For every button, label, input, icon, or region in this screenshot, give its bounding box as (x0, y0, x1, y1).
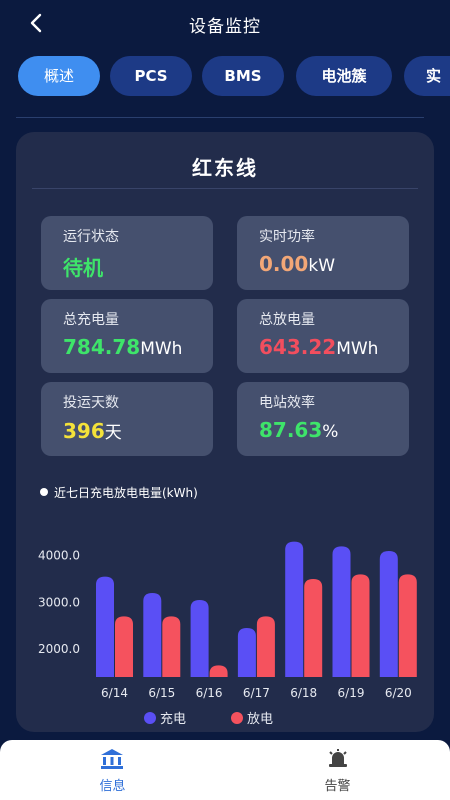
y-tick-label: 3000.0 (38, 595, 80, 609)
bar-discharge (351, 574, 370, 677)
stat-label: 实时功率 (259, 229, 315, 245)
x-tick-label: 6/20 (385, 686, 412, 700)
bar-charge (143, 593, 162, 677)
tab-bar: 概述 PCS BMS 电池簇 实 (0, 56, 450, 98)
stat-value-wrap: 待机 (63, 252, 103, 281)
divider (16, 117, 424, 118)
bar-discharge (115, 616, 133, 677)
bottom-nav: 信息 告警 (0, 740, 450, 800)
page-title: 设备监控 (189, 17, 261, 37)
nav-info[interactable]: 信息 (0, 740, 225, 800)
bullet-dot-icon (40, 488, 48, 496)
stat-value-wrap: 396天 (63, 418, 122, 443)
y-tick-label: 2000.0 (38, 642, 80, 656)
x-tick-label: 6/17 (243, 686, 270, 700)
bank-icon (101, 749, 123, 769)
stat-unit: MWh (140, 339, 183, 359)
chart-section-label: 近七日充电放电电量(kWh) (40, 484, 198, 501)
tab-bms[interactable]: BMS (202, 56, 284, 96)
x-tick-label: 6/19 (338, 686, 365, 700)
bar-charge (190, 600, 209, 677)
legend-label: 充电 (160, 711, 186, 727)
x-tick-label: 6/16 (196, 686, 223, 700)
tab-pcs[interactable]: PCS (110, 56, 192, 96)
stat-label: 投运天数 (63, 395, 119, 411)
stat-station-efficiency: 电站效率 87.63% (237, 382, 409, 456)
alarm-bell-icon (329, 749, 347, 767)
stat-total-charge: 总充电量 784.78MWh (41, 299, 213, 373)
legend-swatch (231, 712, 243, 724)
stat-value: 643.22 (259, 335, 337, 359)
bar-charge (96, 576, 114, 677)
stat-unit: % (322, 422, 339, 442)
stat-label: 电站效率 (259, 395, 315, 411)
legend-label: 放电 (247, 712, 273, 727)
stat-value-wrap: 784.78MWh (63, 335, 182, 359)
nav-alarm[interactable]: 告警 (225, 740, 450, 800)
nav-alarm-label: 告警 (324, 779, 351, 794)
card-divider (32, 188, 418, 189)
x-tick-label: 6/18 (290, 686, 317, 700)
bar-discharge (162, 616, 181, 677)
bar-discharge (304, 579, 323, 677)
x-tick-label: 6/15 (148, 686, 175, 700)
legend-swatch (144, 712, 156, 724)
stat-unit: MWh (336, 339, 379, 359)
stat-value: 87.63 (259, 418, 323, 442)
station-card: 红东线 运行状态 待机 实时功率 0.00kW 总充电量 784.78MWh 总… (16, 132, 434, 732)
station-name: 红东线 (192, 156, 258, 180)
stat-realtime-power: 实时功率 0.00kW (237, 216, 409, 290)
bar-charge (332, 546, 351, 677)
chart-section-text: 近七日充电放电电量(kWh) (54, 486, 198, 500)
stat-value-wrap: 87.63% (259, 418, 338, 442)
bar-charge (379, 551, 398, 677)
bar-discharge (256, 616, 275, 677)
bar-discharge (209, 665, 228, 677)
stat-unit: 天 (104, 423, 122, 443)
stat-run-status: 运行状态 待机 (41, 216, 213, 290)
energy-bar-chart: 4000.0 3000.0 2000.0 6/14 6/15 6/16 6/17 6/18 6/… (38, 541, 417, 727)
stat-label: 总充电量 (63, 312, 119, 328)
stat-value: 396 (63, 419, 105, 443)
tab-overview[interactable]: 概述 (18, 56, 100, 96)
nav-info-label: 信息 (99, 779, 126, 794)
x-tick-label: 6/14 (101, 686, 128, 700)
stat-total-discharge: 总放电量 643.22MWh (237, 299, 409, 373)
bar-charge (237, 628, 256, 677)
y-tick-label: 4000.0 (38, 549, 80, 563)
stat-unit: kW (308, 256, 336, 276)
tab-battery-cluster[interactable]: 电池簇 (296, 56, 392, 96)
stat-value: 待机 (63, 256, 103, 280)
stat-value-wrap: 0.00kW (259, 252, 335, 276)
stat-operating-days: 投运天数 396天 (41, 382, 213, 456)
tab-more[interactable]: 实 (404, 56, 450, 96)
stat-label: 总放电量 (259, 312, 315, 328)
stat-value-wrap: 643.22MWh (259, 335, 378, 359)
bar-discharge (398, 574, 417, 677)
stat-label: 运行状态 (63, 229, 119, 245)
stat-value: 0.00 (259, 252, 309, 276)
stat-value: 784.78 (63, 335, 141, 359)
bar-charge (285, 541, 304, 677)
header: 设备监控 (0, 0, 450, 46)
